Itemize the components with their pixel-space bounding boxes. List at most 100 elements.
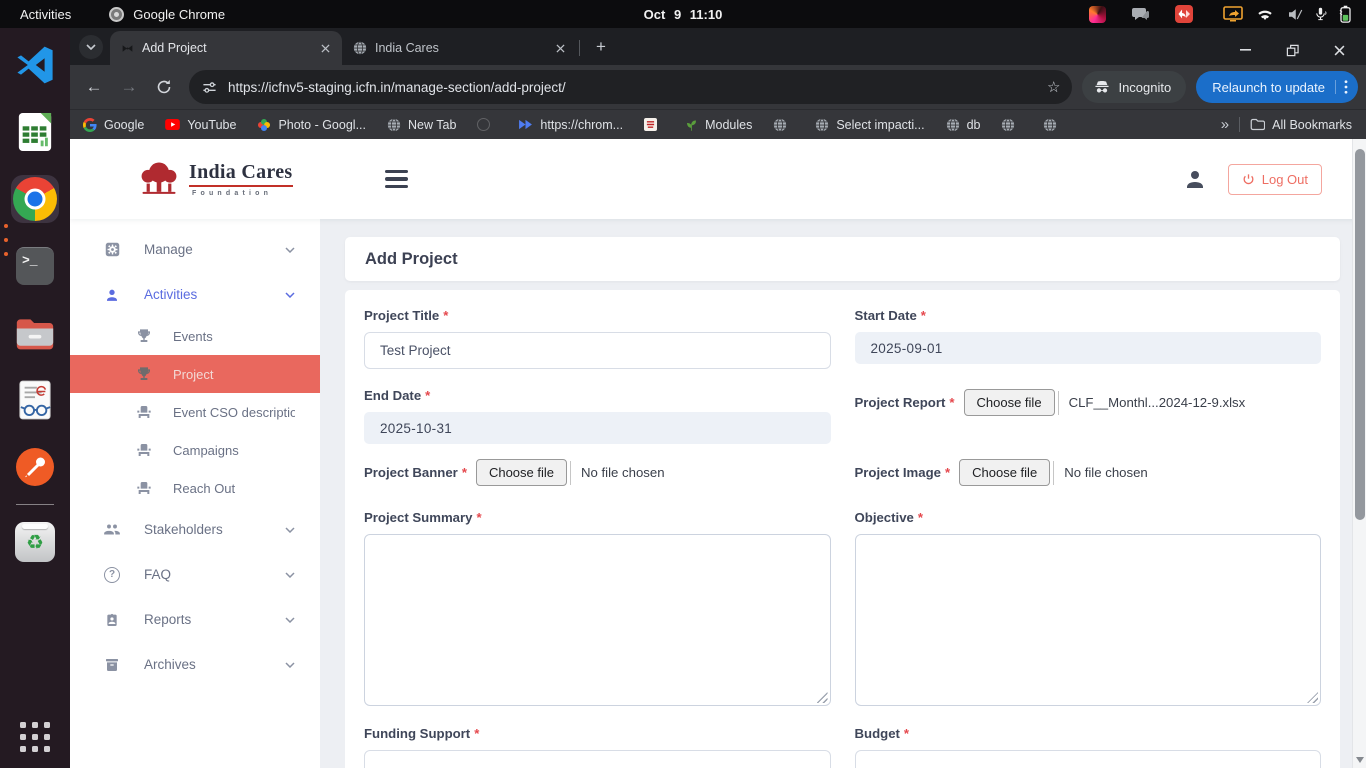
- back-button[interactable]: ←: [80, 73, 108, 101]
- clock[interactable]: Oct 9 11:10: [644, 7, 723, 22]
- start-date-input[interactable]: 2025-09-01: [855, 332, 1322, 364]
- tab-favicon-bowtie: [121, 42, 134, 55]
- project-banner-choose-file-button[interactable]: Choose file: [476, 459, 567, 486]
- user-avatar-icon[interactable]: [1183, 167, 1207, 191]
- all-bookmarks-button[interactable]: All Bookmarks: [1250, 118, 1352, 132]
- relaunch-to-update-button[interactable]: Relaunch to update: [1196, 71, 1358, 103]
- sidebar-item-reach-out[interactable]: Reach Out: [70, 469, 320, 507]
- bookmark-site[interactable]: [1043, 118, 1064, 132]
- bookmarks-overflow-button[interactable]: »: [1221, 116, 1229, 133]
- focused-app-menu[interactable]: Google Chrome: [109, 7, 225, 22]
- tab-india-cares[interactable]: India Cares: [342, 31, 577, 65]
- objective-textarea[interactable]: [855, 534, 1322, 706]
- bookmark-site[interactable]: [1001, 118, 1022, 132]
- sidebar-item-manage[interactable]: Manage: [70, 227, 320, 272]
- dock: >_ ♻: [0, 28, 70, 768]
- field-label: End Date*: [364, 388, 831, 403]
- bookmarks-separator: [1239, 117, 1240, 132]
- tab-strip: Add Project India Cares +: [70, 28, 1366, 65]
- sidebar-item-stakeholders[interactable]: Stakeholders: [70, 507, 320, 552]
- bookmark-google[interactable]: Google: [83, 118, 144, 132]
- postman-dock-icon[interactable]: [11, 443, 59, 491]
- main-content: Add Project Project Title* Test Project: [320, 219, 1366, 768]
- sidebar-item-archives[interactable]: Archives: [70, 642, 320, 687]
- vscode-dock-icon[interactable]: [11, 41, 59, 89]
- address-bar[interactable]: https://icfnv5-staging.icfn.in/manage-se…: [189, 70, 1072, 104]
- sidebar-item-campaigns[interactable]: Campaigns: [70, 431, 320, 469]
- bookmark-db[interactable]: db: [946, 118, 981, 132]
- project-image-choose-file-button[interactable]: Choose file: [959, 459, 1050, 486]
- sidebar-toggle-button[interactable]: [385, 170, 408, 188]
- bookmark-site[interactable]: [773, 118, 794, 132]
- bookmark-youtube[interactable]: YouTube: [165, 118, 236, 132]
- sidebar-item-label: Reach Out: [173, 481, 295, 496]
- resize-handle[interactable]: [1307, 692, 1318, 703]
- sidebar-item-project[interactable]: Project: [70, 355, 320, 393]
- restore-window-icon[interactable]: [1285, 43, 1299, 57]
- sidebar-item-label: Stakeholders: [144, 522, 285, 537]
- trophy-icon: [135, 328, 153, 344]
- bookmark-google-photos[interactable]: Photo - Googl...: [257, 118, 366, 132]
- system-tray[interactable]: [1089, 5, 1366, 23]
- project-report-choose-file-button[interactable]: Choose file: [964, 389, 1055, 416]
- person-icon: [103, 287, 121, 303]
- bookmark-unnamed[interactable]: [477, 118, 497, 131]
- budget-input[interactable]: [855, 750, 1322, 768]
- bookmark-star-icon[interactable]: ☆: [1047, 78, 1060, 96]
- bookmark-site[interactable]: [644, 118, 664, 131]
- sidebar-item-activities[interactable]: Activities: [70, 272, 320, 317]
- bookmark-new-tab[interactable]: New Tab: [387, 118, 456, 132]
- tab-add-project[interactable]: Add Project: [110, 31, 342, 65]
- close-window-icon[interactable]: [1332, 43, 1346, 57]
- show-applications-button[interactable]: [20, 722, 50, 752]
- document-viewer-dock-icon[interactable]: [11, 376, 59, 424]
- resize-handle[interactable]: [817, 692, 828, 703]
- project-summary-textarea[interactable]: [364, 534, 831, 706]
- required-asterisk: *: [474, 726, 479, 741]
- bookmark-label: YouTube: [187, 118, 236, 132]
- scrollbar-thumb[interactable]: [1355, 149, 1365, 520]
- required-asterisk: *: [425, 388, 430, 403]
- logout-button[interactable]: Log Out: [1228, 164, 1322, 195]
- chrome-app-icon: [109, 7, 124, 22]
- end-date-input[interactable]: 2025-10-31: [364, 412, 831, 444]
- forward-button[interactable]: →: [115, 73, 143, 101]
- sidebar-item-faq[interactable]: ? FAQ: [70, 552, 320, 597]
- site-settings-icon[interactable]: [202, 80, 217, 95]
- sidebar-item-label: FAQ: [144, 567, 285, 582]
- trash-dock-icon[interactable]: ♻: [11, 518, 59, 566]
- terminal-dock-icon[interactable]: >_: [11, 242, 59, 290]
- funding-support-input[interactable]: [364, 750, 831, 768]
- project-report-row: Project Report* Choose file CLF__Monthl.…: [855, 389, 1322, 416]
- scrollbar-down-arrow[interactable]: [1356, 757, 1364, 763]
- url-text[interactable]: https://icfnv5-staging.icfn.in/manage-se…: [228, 80, 1036, 95]
- browser-menu-icon[interactable]: [1335, 80, 1348, 94]
- sidebar-item-event-cso-description[interactable]: Event CSO description: [70, 393, 320, 431]
- project-title-input[interactable]: Test Project: [364, 332, 831, 369]
- india-cares-logo[interactable]: India Cares Foundation: [137, 160, 293, 198]
- bookmark-select-impact[interactable]: Select impacti...: [815, 118, 924, 132]
- minimize-window-icon[interactable]: [1238, 43, 1252, 57]
- question-icon: ?: [103, 567, 121, 583]
- sidebar-item-reports[interactable]: Reports: [70, 597, 320, 642]
- bookmark-chrome-link[interactable]: https://chrom...: [518, 118, 623, 132]
- libreoffice-calc-dock-icon[interactable]: [11, 108, 59, 156]
- close-tab-icon[interactable]: [317, 40, 333, 56]
- project-title-value: Test Project: [380, 343, 451, 358]
- chat-tray-icon: [1132, 7, 1149, 22]
- incognito-label: Incognito: [1118, 80, 1171, 95]
- bookmark-modules[interactable]: Modules: [685, 118, 752, 132]
- tab-search-button[interactable]: [79, 35, 103, 59]
- new-tab-button[interactable]: +: [590, 37, 612, 57]
- close-tab-icon[interactable]: [552, 40, 568, 56]
- chrome-dock-icon[interactable]: [11, 175, 59, 223]
- activities-button[interactable]: Activities: [20, 7, 71, 22]
- page-scrollbar[interactable]: [1352, 139, 1366, 768]
- bookmark-label: Google: [104, 118, 144, 132]
- field-label: Funding Support*: [364, 726, 831, 741]
- files-dock-icon[interactable]: [11, 309, 59, 357]
- sidebar-item-events[interactable]: Events: [70, 317, 320, 355]
- logout-label: Log Out: [1262, 172, 1308, 187]
- question-glyph: ?: [109, 569, 115, 580]
- reload-button[interactable]: [150, 73, 178, 101]
